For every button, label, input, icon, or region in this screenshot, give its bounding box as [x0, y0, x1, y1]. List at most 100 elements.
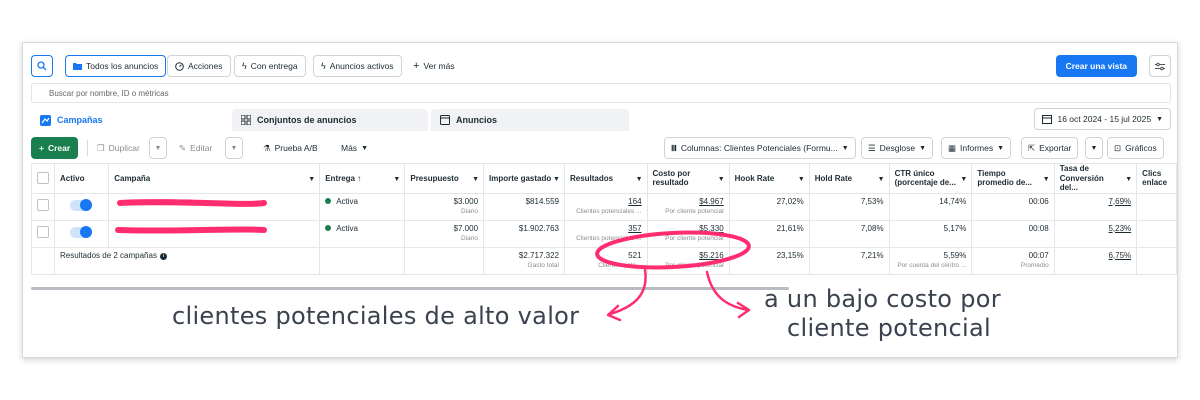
more-button[interactable]: Más ▼: [335, 137, 374, 159]
breakdown-button[interactable]: ☰ Desglose ▼: [861, 137, 933, 159]
status-dot: [325, 197, 332, 204]
hook-cell: 27,02%: [728, 192, 810, 221]
col-hook[interactable]: Hook Rate ▼: [728, 163, 810, 194]
table-row[interactable]: Activa $3.000 Diario $814.559 164 Clientes…: [31, 192, 1177, 221]
tab-campaigns[interactable]: Campañas: [31, 109, 229, 131]
delivery-cell: Activa: [319, 219, 406, 248]
active-ads-filter[interactable]: ϟ Anuncios activos: [313, 55, 402, 77]
row-checkbox[interactable]: [37, 225, 49, 238]
summary-results: 521: [628, 250, 642, 260]
summary-label: Resultados de 2 campañas: [60, 250, 157, 260]
campaign-name-cell[interactable]: [108, 219, 321, 248]
col-spent[interactable]: Importe gastado ▼: [483, 163, 565, 194]
reports-button[interactable]: ▦ Informes ▼: [941, 137, 1012, 159]
row-select-cell: [31, 192, 55, 221]
see-more-button[interactable]: + Ver más: [405, 55, 463, 77]
date-range-picker[interactable]: 16 oct 2024 - 15 jul 2025 ▼: [1034, 108, 1171, 130]
results-value[interactable]: 164: [628, 197, 641, 206]
col-hold[interactable]: Hold Rate ▼: [808, 163, 890, 194]
budget-sub: Diario: [461, 234, 479, 242]
results-value[interactable]: 357: [628, 224, 641, 233]
duplicate-button[interactable]: ❐ Duplicar: [91, 137, 146, 159]
col-results-label: Resultados: [569, 173, 614, 183]
active-toggle[interactable]: [70, 198, 92, 211]
campaign-table: Activo Campaña ▼ Entrega ↑ ▼ Presupuesto ▼ …: [31, 163, 1177, 275]
report-icon: ▦: [948, 142, 957, 153]
lightning-icon: ϟ: [242, 61, 247, 71]
export-button[interactable]: ⇱ Exportar: [1021, 137, 1079, 159]
col-ctr[interactable]: CTR único (porcentaje de... ▼: [888, 163, 973, 194]
col-delivery-label: Entrega ↑: [325, 173, 362, 183]
active-cell: [53, 192, 110, 221]
all-ads-label: Todos los anuncios: [86, 61, 159, 71]
budget-value: $3.000: [453, 196, 479, 206]
actions-filter[interactable]: Acciones: [167, 55, 231, 77]
campaign-name-cell[interactable]: [108, 192, 321, 221]
col-active[interactable]: Activo: [53, 163, 110, 194]
ab-test-button[interactable]: ⚗ Prueba A/B: [257, 137, 324, 159]
col-results[interactable]: Resultados ▼: [563, 163, 648, 194]
flask-icon: ⚗: [263, 142, 271, 153]
col-budget-label: Presupuesto: [410, 173, 459, 183]
delivery-status: Activa: [336, 223, 359, 233]
col-cost[interactable]: Costo por resultado ▼: [646, 163, 730, 194]
all-ads-filter[interactable]: Todos los anuncios: [65, 55, 167, 77]
duplicate-dropdown[interactable]: ▼: [149, 137, 167, 159]
settings-button[interactable]: [1149, 55, 1171, 77]
horizontal-scrollbar[interactable]: [31, 287, 789, 290]
export-icon: ⇱: [1028, 142, 1036, 153]
search-button[interactable]: [31, 55, 53, 77]
summary-cost[interactable]: $5.216: [699, 251, 723, 260]
date-range-label: 16 oct 2024 - 15 jul 2025: [1057, 114, 1152, 124]
level-tabs: Campañas Conjuntos de anuncios Anuncios …: [31, 108, 1171, 131]
col-clicks[interactable]: Clics enlace: [1136, 163, 1177, 194]
summary-conv[interactable]: 6,75%: [1108, 251, 1131, 260]
tab-ads[interactable]: Anuncios: [431, 109, 629, 131]
col-time-label: Tiempo promedio de...: [977, 168, 1033, 188]
conv-value[interactable]: 5,23%: [1108, 224, 1131, 233]
summary-hook-cell: 23,15%: [728, 246, 810, 275]
sliders-icon: [1155, 62, 1165, 70]
lightning-icon: ϟ: [321, 61, 326, 71]
col-campaign[interactable]: Campaña ▼: [108, 163, 321, 194]
edit-dropdown[interactable]: ▼: [225, 137, 243, 159]
col-spent-label: Importe gastado: [489, 173, 552, 183]
active-toggle[interactable]: [70, 225, 92, 238]
with-delivery-filter[interactable]: ϟ Con entrega: [234, 55, 306, 77]
summary-time: 00:07: [1028, 250, 1049, 260]
select-all-checkbox[interactable]: [37, 172, 49, 184]
cost-cell: $4.967 Por cliente potencial: [646, 192, 730, 221]
spent-cell: $1.902.763: [483, 219, 565, 248]
spent-cell: $814.559: [483, 192, 565, 221]
col-conv[interactable]: Tasa de Conversión del... ▼: [1053, 163, 1138, 194]
export-dropdown[interactable]: ▼: [1085, 137, 1103, 159]
search-icon: [37, 61, 47, 71]
col-time[interactable]: Tiempo promedio de... ▼: [971, 163, 1055, 194]
cost-cell: $5.330 Por cliente potencial: [646, 219, 730, 248]
charts-button[interactable]: ⊡ Gráficos: [1107, 137, 1164, 159]
table-row[interactable]: Activa $7.000 Diario $1.902.763 357 Client…: [31, 219, 1177, 248]
caret-down-icon: ▼: [841, 144, 849, 152]
time-cell: 00:08: [971, 219, 1055, 248]
summary-cost-sub: Por cliente potencial: [665, 261, 724, 269]
cost-value[interactable]: $5.330: [699, 224, 723, 233]
create-button[interactable]: + Crear: [31, 137, 79, 159]
info-icon[interactable]: i: [159, 252, 167, 260]
caret-down-icon: ▼: [997, 144, 1005, 152]
edit-button[interactable]: ✎ Editar: [173, 137, 218, 159]
cost-value[interactable]: $4.967: [699, 197, 723, 206]
results-sub: Clientes potenciales ...: [576, 207, 642, 215]
col-hook-label: Hook Rate: [734, 173, 775, 183]
search-input[interactable]: Buscar por nombre, ID o métricas: [31, 83, 1171, 103]
tab-ad-sets[interactable]: Conjuntos de anuncios: [232, 109, 428, 131]
col-delivery[interactable]: Entrega ↑ ▼: [319, 163, 406, 194]
caret-down-icon: ▼: [717, 176, 725, 183]
redaction-mark: [117, 198, 268, 207]
conv-value[interactable]: 7,69%: [1108, 197, 1131, 206]
columns-button[interactable]: Ⅲ Columnas: Clientes Potenciales (Formu.…: [664, 137, 856, 159]
charts-label: Gráficos: [1125, 143, 1157, 153]
create-view-button[interactable]: Crear una vista: [1055, 55, 1137, 77]
active-cell: [53, 219, 110, 248]
row-checkbox[interactable]: [37, 198, 49, 211]
col-budget[interactable]: Presupuesto ▼: [404, 163, 485, 194]
